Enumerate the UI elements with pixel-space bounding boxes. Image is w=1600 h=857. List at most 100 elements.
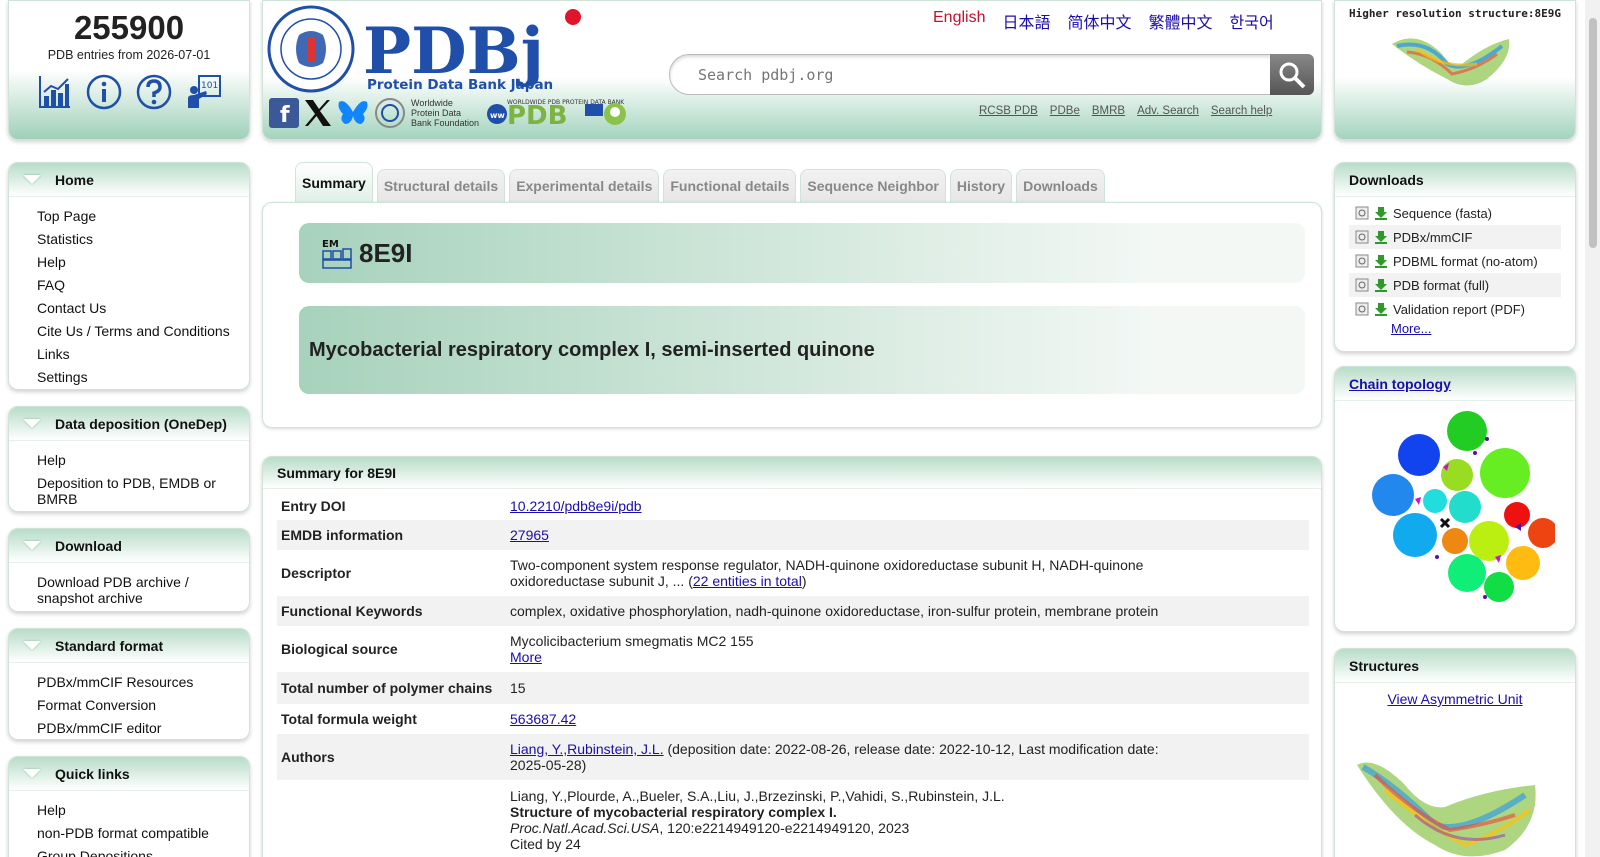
menu-item-non-pdb-format[interactable]: non-PDB format compatible bbox=[37, 822, 249, 845]
download-arrow-icon[interactable] bbox=[1374, 302, 1388, 316]
wwpdb-foundation-logo[interactable] bbox=[373, 97, 407, 129]
chain-topology-link[interactable]: Chain topology bbox=[1349, 376, 1451, 392]
download-label[interactable]: Validation report (PDF) bbox=[1393, 302, 1525, 317]
tab-structural-details[interactable]: Structural details bbox=[376, 169, 506, 202]
menu-item-cite[interactable]: Cite Us / Terms and Conditions bbox=[37, 320, 249, 343]
tab-summary[interactable]: Summary bbox=[295, 162, 373, 202]
view-file-icon[interactable] bbox=[1355, 254, 1369, 268]
view-file-icon[interactable] bbox=[1355, 230, 1369, 244]
entities-total-link[interactable]: 22 entities in total bbox=[693, 573, 802, 589]
link-pdbe[interactable]: PDBe bbox=[1050, 105, 1080, 117]
download-arrow-icon[interactable] bbox=[1374, 278, 1388, 292]
view-asymmetric-unit-link[interactable]: View Asymmetric Unit bbox=[1387, 691, 1522, 707]
summary-panel: Summary for 8E9I Entry DOI 10.2210/pdb8e… bbox=[262, 456, 1322, 857]
menu-item-download-archive[interactable]: Download PDB archive / snapshot archive bbox=[37, 571, 249, 609]
tab-sequence-neighbor[interactable]: Sequence Neighbor bbox=[800, 169, 946, 202]
menu-quick-links-title: Quick links bbox=[55, 765, 130, 782]
search-button[interactable] bbox=[1270, 54, 1314, 95]
link-bmrb[interactable]: BMRB bbox=[1092, 105, 1125, 117]
menu-download-header[interactable]: Download bbox=[9, 529, 249, 563]
hires-structure-thumbnail[interactable] bbox=[1387, 24, 1517, 94]
menu-item-settings[interactable]: Settings bbox=[37, 366, 249, 389]
download-item[interactable]: PDBML format (no-atom) bbox=[1349, 249, 1561, 273]
downloads-more-link[interactable]: More... bbox=[1391, 321, 1431, 336]
download-label[interactable]: PDB format (full) bbox=[1393, 278, 1489, 293]
menu-item-mmcif-resources[interactable]: PDBx/mmCIF Resources bbox=[37, 671, 249, 694]
lang-chinese-simplified[interactable]: 简体中文 bbox=[1068, 9, 1132, 33]
chains-label: Total number of polymer chains bbox=[281, 680, 493, 696]
view-file-icon[interactable] bbox=[1355, 278, 1369, 292]
download-item[interactable]: PDB format (full) bbox=[1349, 273, 1561, 297]
chain-topology-diagram[interactable] bbox=[1355, 407, 1558, 607]
lang-chinese-traditional[interactable]: 繁體中文 bbox=[1149, 9, 1213, 33]
higher-resolution-title[interactable]: Higher resolution structure:8E9G bbox=[1335, 7, 1575, 20]
menu-item-quick-help[interactable]: Help bbox=[37, 799, 249, 822]
wwpdb-logo[interactable]: ww PDB WORLDWIDE PDB PROTEIN DATA BANK bbox=[485, 96, 635, 130]
download-item[interactable]: Sequence (fasta) bbox=[1349, 201, 1561, 225]
wwpdb-foundation-text: Worldwide Protein Data Bank Foundation bbox=[411, 98, 480, 128]
help-icon[interactable] bbox=[136, 74, 172, 110]
source-more-link[interactable]: More bbox=[510, 649, 542, 665]
em-method-label: EM bbox=[322, 239, 339, 250]
tab-experimental-details[interactable]: Experimental details bbox=[509, 169, 660, 202]
download-label[interactable]: PDBx/mmCIF bbox=[1393, 230, 1472, 245]
menu-item-group-depositions[interactable]: Group Depositions bbox=[37, 845, 249, 857]
lang-english[interactable]: English bbox=[933, 9, 985, 33]
menu-item-format-conversion[interactable]: Format Conversion bbox=[37, 694, 249, 717]
x-twitter-icon[interactable] bbox=[303, 98, 333, 128]
doi-link[interactable]: 10.2210/pdb8e9i/pdb bbox=[510, 498, 642, 514]
download-arrow-icon[interactable] bbox=[1374, 230, 1388, 244]
asymmetric-unit-thumbnail[interactable] bbox=[1355, 755, 1545, 857]
entry-tabs: Summary Structural details Experimental … bbox=[295, 162, 1105, 202]
download-item[interactable]: PDBx/mmCIF bbox=[1349, 225, 1561, 249]
link-rcsb[interactable]: RCSB PDB bbox=[979, 105, 1038, 117]
menu-item-statistics[interactable]: Statistics bbox=[37, 228, 249, 251]
page-scrollbar[interactable] bbox=[1585, 0, 1600, 857]
lang-japanese[interactable]: 日本語 bbox=[1002, 9, 1050, 33]
menu-item-help[interactable]: Help bbox=[37, 251, 249, 274]
chain-topology-panel: Chain topology bbox=[1334, 366, 1576, 632]
tab-functional-details[interactable]: Functional details bbox=[663, 169, 797, 202]
menu-item-contact[interactable]: Contact Us bbox=[37, 297, 249, 320]
link-search-help[interactable]: Search help bbox=[1211, 105, 1272, 117]
tab-history[interactable]: History bbox=[949, 169, 1013, 202]
menu-item-faq[interactable]: FAQ bbox=[37, 274, 249, 297]
menu-item-mmcif-editor[interactable]: PDBx/mmCIF editor bbox=[37, 717, 249, 739]
download-item[interactable]: Validation report (PDF) bbox=[1349, 297, 1561, 321]
wwpdb-logo-text: WORLDWIDE PDB PROTEIN DATA BANK bbox=[507, 99, 625, 106]
menu-item-top-page[interactable]: Top Page bbox=[37, 205, 249, 228]
download-arrow-icon[interactable] bbox=[1374, 206, 1388, 220]
weight-link[interactable]: 563687.42 bbox=[510, 711, 576, 727]
statistics-icon[interactable] bbox=[36, 74, 72, 110]
scrollbar-thumb[interactable] bbox=[1589, 18, 1597, 248]
menu-item-links[interactable]: Links bbox=[37, 343, 249, 366]
menu-item-deposition[interactable]: Deposition to PDB, EMDB or BMRB bbox=[37, 472, 249, 510]
facebook-icon[interactable]: f bbox=[269, 98, 299, 128]
menu-home-title: Home bbox=[55, 171, 94, 188]
authors-links[interactable]: Liang, Y.,Rubinstein, J.L. bbox=[510, 741, 664, 757]
menu-quick-links-header[interactable]: Quick links bbox=[9, 757, 249, 791]
download-arrow-icon[interactable] bbox=[1374, 254, 1388, 268]
structures-heading: Structures bbox=[1335, 649, 1575, 683]
download-label[interactable]: Sequence (fasta) bbox=[1393, 206, 1492, 221]
menu-deposition-header[interactable]: Data deposition (OneDep) bbox=[9, 407, 249, 441]
tutorial-101-icon[interactable]: 101 bbox=[186, 74, 222, 110]
descriptor-label: Descriptor bbox=[281, 565, 352, 581]
collapse-triangle-icon bbox=[23, 541, 41, 550]
search-input[interactable] bbox=[670, 55, 1272, 94]
menu-home-header[interactable]: Home bbox=[9, 163, 249, 197]
tab-downloads[interactable]: Downloads bbox=[1016, 169, 1105, 202]
link-adv-search[interactable]: Adv. Search bbox=[1137, 105, 1199, 117]
bluesky-icon[interactable] bbox=[337, 98, 369, 128]
emdb-link[interactable]: 27965 bbox=[510, 527, 549, 543]
pdbj-logo[interactable]: PDBj Protein Data Bank Japan bbox=[267, 5, 587, 93]
info-icon[interactable] bbox=[86, 74, 122, 110]
lang-korean[interactable]: 한국어 bbox=[1230, 9, 1274, 33]
view-file-icon[interactable] bbox=[1355, 302, 1369, 316]
collapse-triangle-icon bbox=[23, 769, 41, 778]
menu-item-deposition-help[interactable]: Help bbox=[37, 449, 249, 472]
citation-authors: Liang, Y.,Plourde, A.,Bueler, S.A.,Liu, … bbox=[510, 788, 1005, 804]
download-label[interactable]: PDBML format (no-atom) bbox=[1393, 254, 1538, 269]
view-file-icon[interactable] bbox=[1355, 206, 1369, 220]
menu-standard-format-header[interactable]: Standard format bbox=[9, 629, 249, 663]
